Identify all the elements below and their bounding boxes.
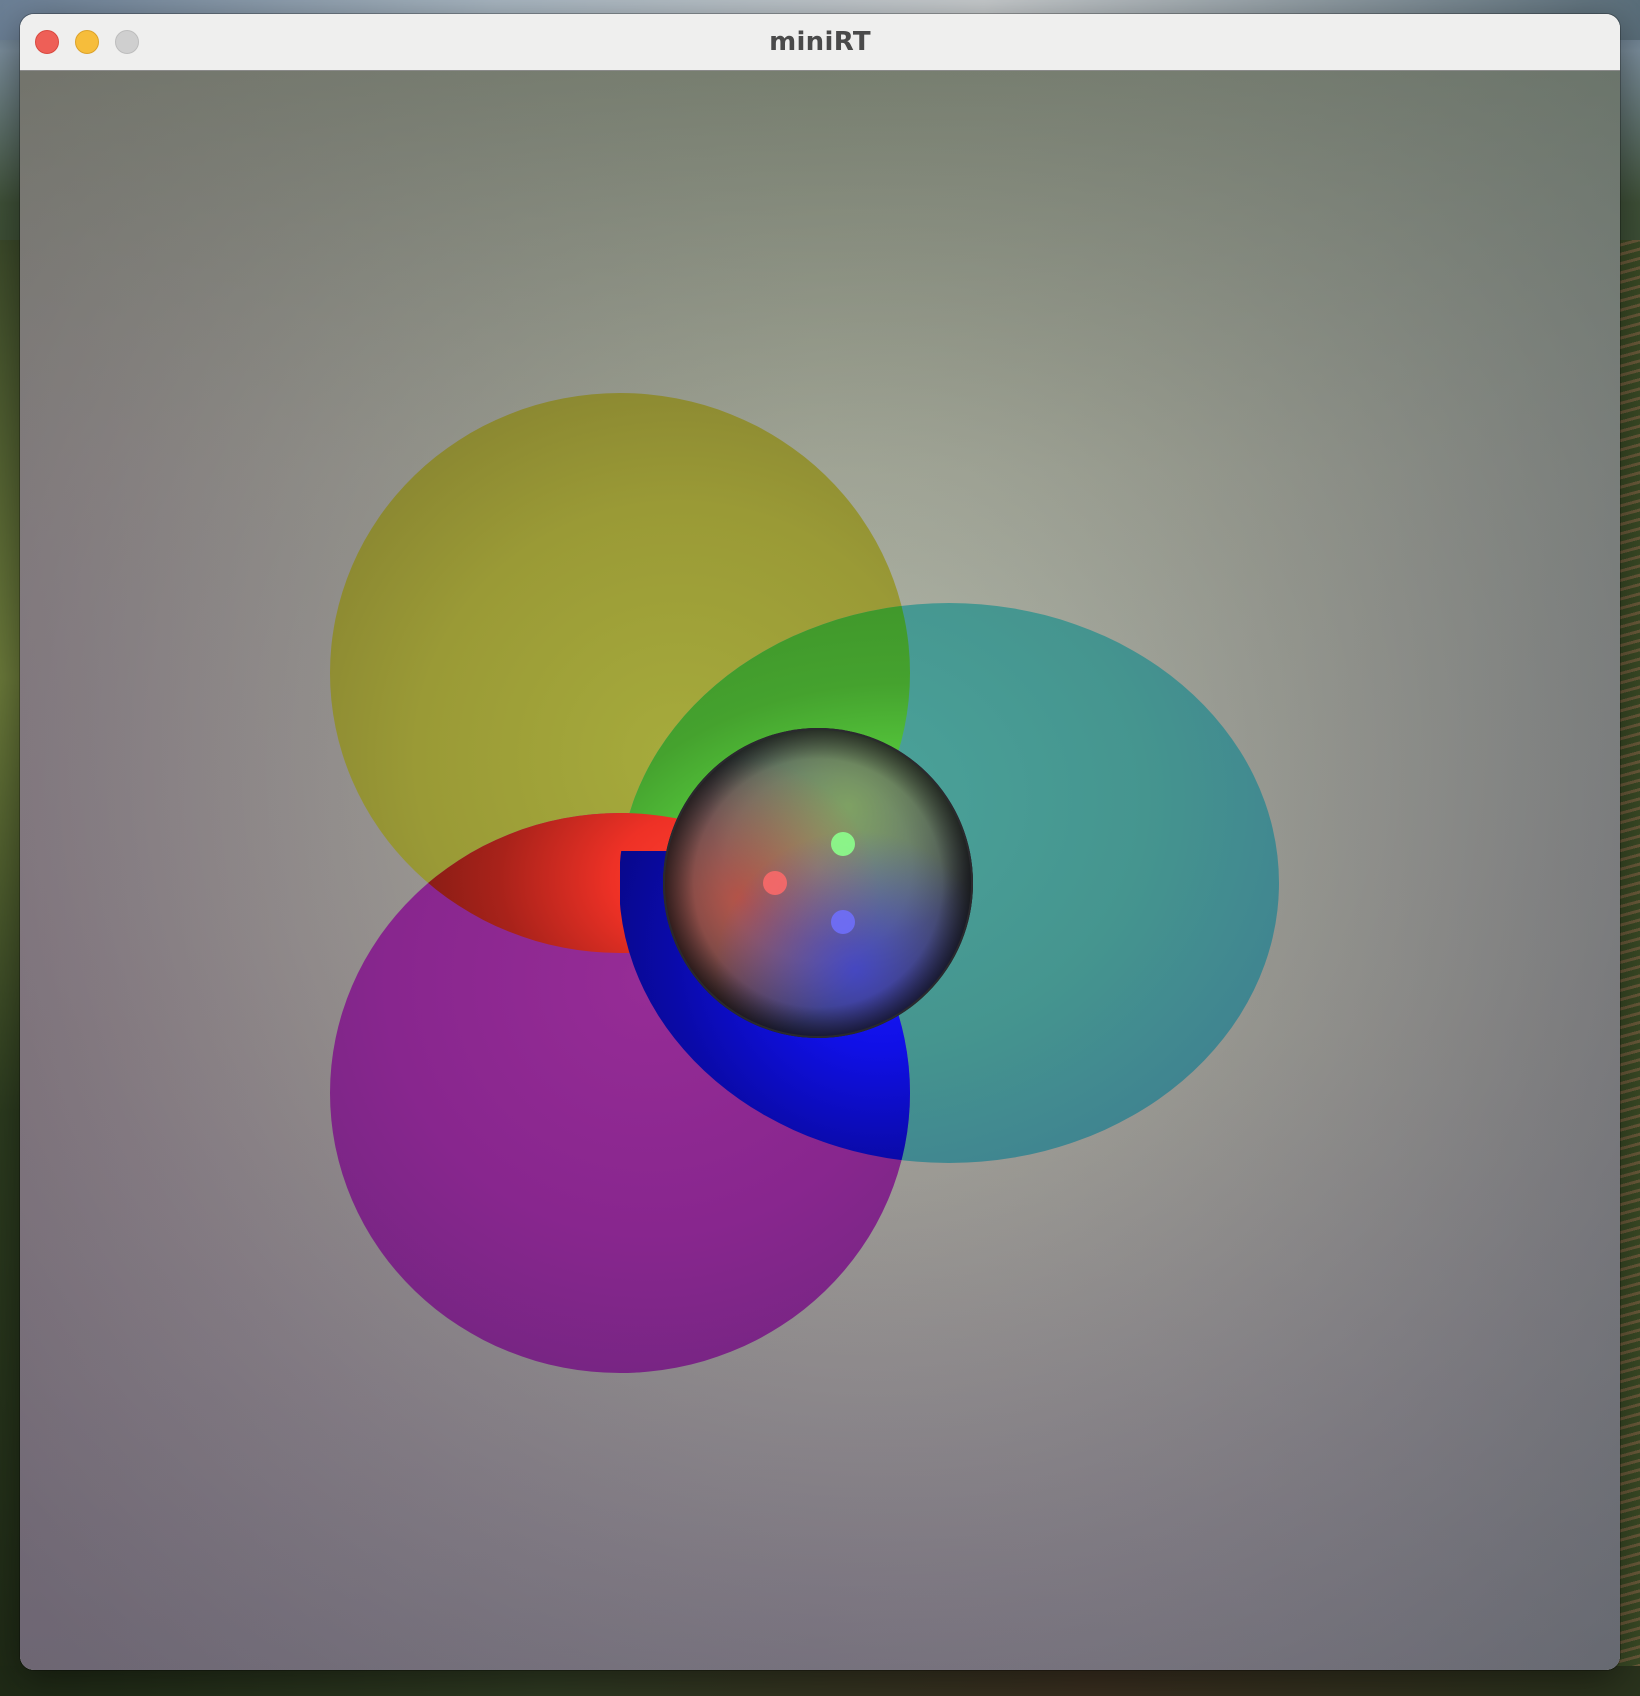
title-bar[interactable]: miniRT (20, 14, 1620, 71)
app-window[interactable]: miniRT (20, 14, 1620, 1670)
render-image (20, 71, 1620, 1670)
red-light (763, 871, 787, 895)
green-light (831, 832, 855, 856)
blue-light (831, 910, 855, 934)
render-canvas[interactable] (20, 71, 1620, 1670)
wallpaper-bottom (0, 1666, 1640, 1696)
center-glass-sphere (663, 728, 973, 1038)
window-title: miniRT (769, 27, 871, 57)
